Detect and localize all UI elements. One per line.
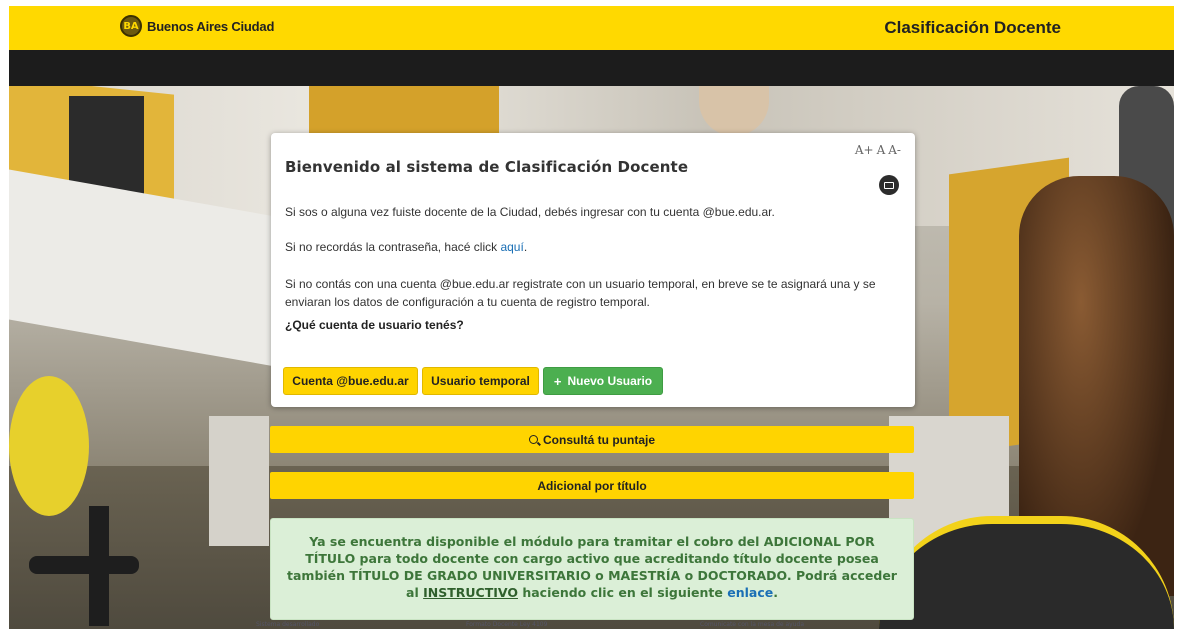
temporary-user-button[interactable]: Usuario temporal (422, 367, 539, 395)
font-increase-button[interactable]: A+ (855, 143, 874, 157)
info-paragraph-1: Si sos o alguna vez fuiste docente de la… (285, 205, 775, 219)
footer-help-link[interactable]: Comunicate con la mesa de ayuda (700, 621, 804, 628)
plus-icon: + (553, 373, 562, 389)
check-score-button[interactable]: Consultá tu puntaje (270, 426, 914, 453)
nav-bar (9, 50, 1174, 86)
mail-icon (884, 181, 894, 189)
check-score-label: Consultá tu puntaje (543, 432, 655, 447)
font-decrease-button[interactable]: A- (888, 143, 901, 157)
new-user-button[interactable]: + Nuevo Usuario (543, 367, 663, 395)
info-paragraph-3: Si no contás con una cuenta @bue.edu.ar … (285, 277, 876, 309)
font-size-controls: A+ A A- (855, 143, 901, 157)
degree-bonus-button[interactable]: Adicional por título (270, 472, 914, 499)
footer-left-text: Sistema desarrollado (256, 621, 320, 628)
font-reset-button[interactable]: A (877, 143, 886, 157)
instructivo-link[interactable]: INSTRUCTIVO (423, 585, 518, 600)
contact-mail-button[interactable] (879, 175, 899, 195)
city-seal-icon: BA (120, 15, 142, 37)
city-logo[interactable]: BA Buenos Aires Ciudad (120, 15, 274, 37)
notice-text-middle: haciendo clic en el siguiente (517, 585, 728, 600)
password-text: Si no recordás la contraseña, hacé click (285, 240, 501, 254)
new-user-label: Nuevo Usuario (567, 374, 653, 388)
degree-bonus-notice: Ya se encuentra disponible el módulo par… (270, 518, 914, 620)
password-recovery-link[interactable]: aquí (500, 240, 523, 254)
top-header: BA Buenos Aires Ciudad Clasificación Doc… (9, 6, 1174, 50)
enlace-link[interactable]: enlace (727, 585, 773, 600)
footer: Sistema desarrollado Formato Docente Ley… (0, 621, 1181, 629)
password-text-end: . (523, 240, 528, 254)
bue-account-button[interactable]: Cuenta @bue.edu.ar (283, 367, 418, 395)
footer-law-link[interactable]: Formato Docente Ley 4109 (466, 621, 547, 628)
card-title: Bienvenido al sistema de Clasificación D… (285, 158, 689, 176)
notice-text-end: . (773, 585, 778, 600)
site-title: Clasificación Docente (884, 18, 1061, 37)
logo-text: Buenos Aires Ciudad (147, 18, 275, 34)
info-paragraph-2: Si no recordás la contraseña, hacé click… (285, 238, 885, 256)
welcome-card: Bienvenido al sistema de Clasificación D… (271, 133, 915, 407)
search-icon (529, 435, 538, 444)
account-question: ¿Qué cuenta de usuario tenés? (285, 318, 464, 332)
